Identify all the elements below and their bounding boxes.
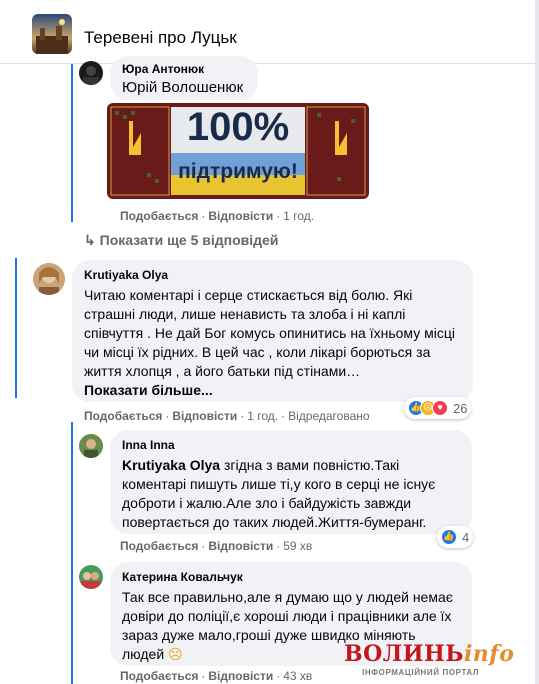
thread-line (71, 64, 73, 222)
comment-text: Юрій Волошенюк (122, 79, 244, 96)
sticker-small-text: підтримую! (178, 160, 298, 183)
comment-bubble: Inna Inna Krutiyaka Olya згідна з вами п… (110, 430, 472, 534)
comment-time[interactable]: 59 хв (283, 539, 312, 553)
thread-line (15, 258, 17, 398)
comment-text: Читаю коментарі і серце стискається від … (84, 286, 461, 400)
comment-author[interactable]: Юра Антонюк (122, 62, 246, 77)
like-reaction-icon: 👍 (441, 529, 457, 545)
comment-actions: Подобається · Відповісти · 43 хв (120, 669, 313, 683)
group-title[interactable]: Теревені про Луцьк (84, 28, 237, 48)
sticker-image: 100% підтримую! (107, 103, 369, 199)
comment-bubble: Krutiyaka Olya Читаю коментарі і серце с… (72, 260, 473, 402)
comment-actions: Подобається · Відповісти · 59 хв (120, 539, 313, 553)
sticker-big-text: 100% (186, 105, 290, 149)
edited-label: Відредаговано (288, 409, 370, 423)
show-more-label: Показати ще 5 відповідей (99, 232, 279, 248)
sad-emoji-icon: ☹ (168, 646, 183, 662)
reactions-summary[interactable]: 👍 ☹ ♥ 26 (404, 397, 472, 419)
like-button[interactable]: Подобається (120, 669, 198, 683)
comment-text: Krutiyaka Olya згідна з вами повністю.Та… (122, 456, 460, 532)
comment-bubble: Юра Антонюк Юрій Волошенюк (110, 56, 258, 100)
watermark-brand: ВОЛИНЬinfo (344, 641, 515, 667)
thread-line (71, 422, 73, 684)
comment-actions: Подобається · Відповісти · 1 год. · Відредагов… (84, 409, 370, 423)
comment-author[interactable]: Krutiyaka Olya (84, 268, 461, 283)
avatar[interactable] (79, 61, 103, 85)
like-button[interactable]: Подобається (120, 209, 198, 223)
comment-time[interactable]: 1 год. (283, 209, 314, 223)
show-more-replies[interactable]: ↳ Показати ще 5 відповідей (84, 232, 278, 249)
comment-actions: Подобається · Відповісти · 1 год. (120, 209, 315, 223)
comment-body: Читаю коментарі і серце стискається від … (84, 287, 455, 379)
watermark-subtitle: ІНФОРМАЦІЙНИЙ ПОРТАЛ (362, 668, 480, 677)
like-button[interactable]: Подобається (84, 409, 162, 423)
comment-author[interactable]: Катерина Ковальчук (122, 570, 460, 585)
reactions-summary[interactable]: 👍 4 (437, 526, 474, 548)
comment-time[interactable]: 43 хв (283, 669, 312, 683)
avatar[interactable] (79, 565, 103, 589)
reply-button[interactable]: Відповісти (208, 539, 273, 553)
reply-button[interactable]: Відповісти (208, 209, 273, 223)
avatar[interactable] (79, 434, 103, 458)
group-avatar[interactable] (32, 14, 72, 54)
like-button[interactable]: Подобається (120, 539, 198, 553)
reaction-count: 26 (453, 400, 468, 416)
love-reaction-icon: ♥ (432, 400, 448, 416)
reaction-count: 4 (462, 529, 470, 545)
group-header: Теревені про Луцьк (0, 0, 539, 64)
reply-button[interactable]: Відповісти (208, 669, 273, 683)
watermark-logo: ВОЛИНЬinfo ІНФОРМАЦІЙНИЙ ПОРТАЛ (344, 641, 536, 681)
scrollbar[interactable] (535, 0, 539, 684)
see-more-link[interactable]: Показати більше... (84, 382, 213, 398)
comment-author[interactable]: Inna Inna (122, 438, 460, 453)
mention-link[interactable]: Krutiyaka Olya (122, 457, 220, 473)
reply-button[interactable]: Відповісти (172, 409, 237, 423)
avatar[interactable] (33, 263, 65, 295)
comment-time[interactable]: 1 год. (247, 409, 278, 423)
reply-arrow-icon: ↳ (84, 232, 100, 248)
